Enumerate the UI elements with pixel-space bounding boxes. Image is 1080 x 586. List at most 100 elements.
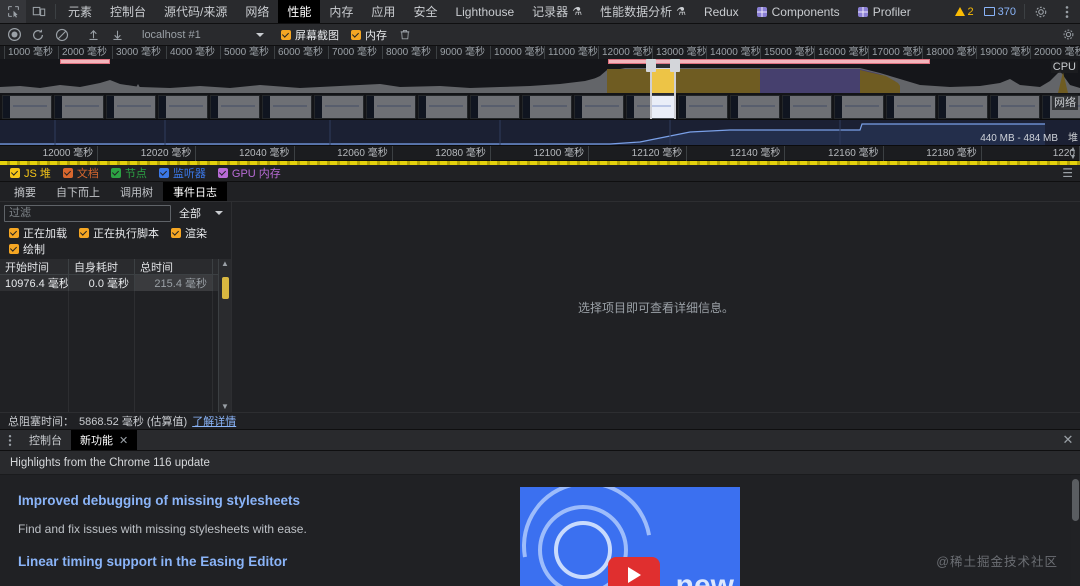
- memory-toggle-label: 节点: [124, 168, 147, 180]
- checkbox-box: [9, 228, 19, 238]
- overview-selection-window[interactable]: [646, 59, 680, 119]
- devtools-drawer: 控制台 新功能 ✕ ✕ Highlights from the Chrome 1…: [0, 429, 1080, 586]
- whats-new-item-title[interactable]: Linear timing support in the Easing Edit…: [18, 554, 520, 569]
- duration-filter-select[interactable]: 全部: [175, 205, 227, 222]
- overview-dim-right: [676, 59, 1080, 119]
- learn-more-link[interactable]: 了解详情: [192, 413, 236, 429]
- overview-tick: 19000 毫秒: [976, 46, 1031, 59]
- details-tabbar: 摘要 自下而上 调用树 事件日志: [0, 182, 1080, 202]
- hamburger-icon[interactable]: ☰: [1055, 166, 1080, 180]
- table-row[interactable]: 10976.4 毫秒 0.0 毫秒 215.4 毫秒 ▸: [0, 275, 231, 291]
- tab-label: 调用树: [120, 186, 153, 199]
- category-checkbox-2[interactable]: 渲染: [165, 225, 213, 241]
- target-select[interactable]: localhost #1: [138, 26, 268, 44]
- tab-memory[interactable]: 内存: [320, 0, 362, 23]
- tab-application[interactable]: 应用: [362, 0, 404, 23]
- tab-security[interactable]: 安全: [404, 0, 446, 23]
- overview-time-ruler: 1000 毫秒 2000 毫秒 3000 毫秒 4000 毫秒 5000 毫秒 6000 …: [0, 46, 1080, 59]
- whats-new-scrollbar[interactable]: [1071, 475, 1080, 586]
- more-tools-icon[interactable]: [0, 430, 20, 450]
- tab-redux[interactable]: Redux: [695, 0, 748, 23]
- memory-toggle-0[interactable]: JS 堆: [4, 166, 57, 181]
- screenshots-checkbox[interactable]: 屏幕截图: [275, 25, 345, 45]
- gear-icon[interactable]: [1028, 0, 1054, 23]
- drawer-tab-whats-new[interactable]: 新功能 ✕: [71, 430, 138, 450]
- checkbox-box: [79, 228, 89, 238]
- checkbox-label: 内存: [365, 29, 387, 42]
- category-checkbox-0[interactable]: 正在加载: [3, 225, 73, 241]
- scroll-down-arrow[interactable]: ▼: [221, 402, 229, 412]
- checkbox-box: [62, 168, 73, 178]
- warning-count: 2: [967, 5, 974, 18]
- category-checkbox-3[interactable]: 绘制: [3, 241, 51, 257]
- whats-new-video-thumbnail[interactable]: new: [520, 487, 740, 586]
- tab-elements[interactable]: 元素: [59, 0, 101, 23]
- tab-summary[interactable]: 摘要: [4, 182, 46, 201]
- thumbnail-text: new: [675, 569, 734, 586]
- tab-call-tree[interactable]: 调用树: [110, 182, 163, 201]
- trash-icon[interactable]: [393, 25, 417, 45]
- memory-range-label: 440 MB - 484 MB: [980, 133, 1058, 144]
- ruler-scroll-arrows[interactable]: ▲ ▼: [1068, 146, 1078, 161]
- tab-sources[interactable]: 源代码/来源: [155, 0, 236, 23]
- memory-toggle-4[interactable]: GPU 内存: [212, 166, 287, 181]
- tab-profiler[interactable]: Profiler: [849, 0, 920, 23]
- close-icon[interactable]: ✕: [119, 434, 128, 447]
- clear-icon[interactable]: [50, 25, 74, 45]
- play-button-icon[interactable]: [608, 557, 660, 586]
- filter-input[interactable]: [4, 204, 171, 222]
- memory-checkbox[interactable]: 内存: [345, 25, 393, 45]
- tab-performance-insights[interactable]: 性能数据分析 ⚗: [591, 0, 695, 23]
- memory-toggle-1[interactable]: 文档: [57, 166, 105, 181]
- tab-components[interactable]: Components: [748, 0, 849, 23]
- category-checkbox-row: 正在加载 正在执行脚本 渲染绘制: [0, 224, 231, 259]
- selection-handle-right[interactable]: [670, 59, 680, 72]
- toolbar-divider: [1024, 4, 1025, 19]
- drawer-tab-console[interactable]: 控制台: [20, 430, 71, 450]
- record-icon[interactable]: [2, 25, 26, 45]
- col-total-time[interactable]: 总时间: [135, 259, 213, 274]
- tab-event-log[interactable]: 事件日志: [163, 182, 227, 201]
- download-profile-icon[interactable]: [105, 25, 129, 45]
- event-log-sidebar: 全部 正在加载 正在执行脚本 渲染绘制 开始时间 自身耗时 总时间 类 ▲: [0, 202, 232, 412]
- inspect-element-icon[interactable]: [0, 0, 26, 23]
- col-self-time[interactable]: 自身耗时: [69, 259, 135, 274]
- overview-dim-left: [0, 59, 650, 119]
- tab-label: 元素: [68, 5, 93, 19]
- table-vertical-scrollbar[interactable]: ▲ ▼: [218, 259, 231, 412]
- tab-console[interactable]: 控制台: [101, 0, 155, 23]
- checkbox-label: 屏幕截图: [295, 29, 339, 42]
- col-start-time[interactable]: 开始时间: [0, 259, 69, 274]
- tab-recorder[interactable]: 记录器 ⚗: [523, 0, 591, 23]
- scrollbar-thumb[interactable]: [222, 277, 229, 299]
- reload-record-icon[interactable]: [26, 25, 50, 45]
- detail-time-ruler[interactable]: 1220 12180 毫秒 12160 毫秒 12140 毫秒 12120 毫秒 1210…: [0, 146, 1080, 161]
- kebab-menu-icon[interactable]: [1054, 0, 1080, 23]
- event-details-pane: 选择项目即可查看详细信息。: [232, 202, 1080, 412]
- table-empty-area: [0, 291, 231, 412]
- close-drawer-icon[interactable]: ✕: [1056, 430, 1080, 450]
- tab-network[interactable]: 网络: [236, 0, 278, 23]
- capture-settings-gear-icon[interactable]: [1056, 25, 1080, 45]
- message-count-badge[interactable]: 370: [979, 0, 1021, 23]
- detail-tick: 12160 毫秒: [785, 146, 884, 161]
- whats-new-item-title[interactable]: Improved debugging of missing stylesheet…: [18, 493, 520, 508]
- warning-count-badge[interactable]: 2: [950, 0, 979, 23]
- upload-profile-icon[interactable]: [81, 25, 105, 45]
- scroll-up-arrow[interactable]: ▲: [221, 259, 229, 269]
- memory-toggle-label: GPU 内存: [231, 168, 281, 180]
- memory-toggle-3[interactable]: 监听器: [153, 166, 212, 181]
- detail-tick: 12000 毫秒: [0, 146, 99, 161]
- tab-performance[interactable]: 性能: [278, 0, 321, 23]
- selection-handle-left[interactable]: [646, 59, 656, 72]
- tab-bottom-up[interactable]: 自下而上: [46, 182, 110, 201]
- tab-label: 事件日志: [173, 186, 217, 199]
- overview-tick: 4000 毫秒: [166, 46, 215, 59]
- memory-toggle-2[interactable]: 节点: [105, 166, 153, 181]
- category-checkbox-1[interactable]: 正在执行脚本: [73, 225, 165, 241]
- tab-lighthouse[interactable]: Lighthouse: [446, 0, 523, 23]
- warning-triangle-icon: [954, 7, 965, 16]
- scrollbar-thumb[interactable]: [1072, 479, 1079, 521]
- device-toolbar-icon[interactable]: [26, 0, 52, 23]
- timeline-overview-pane[interactable]: 1000 毫秒 2000 毫秒 3000 毫秒 4000 毫秒 5000 毫秒 6000 …: [0, 46, 1080, 120]
